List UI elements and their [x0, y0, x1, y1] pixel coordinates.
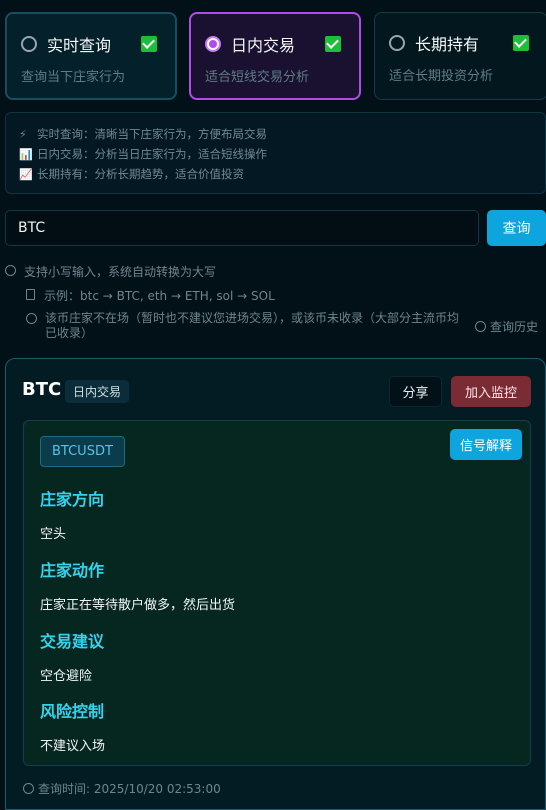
signal-panel: BTCUSDT 信号解释 庄家方向 空头 庄家动作 庄家正在等待散户做多，然后出… — [23, 420, 531, 766]
symbol-search-field[interactable] — [5, 210, 479, 246]
section-heading: 庄家动作 — [40, 561, 105, 580]
info-line: ⚡ 实时查询：清晰当下庄家行为，方便布局交易 — [19, 124, 545, 144]
section-direction: 庄家方向 空头 — [40, 486, 104, 542]
mode-card-longterm[interactable]: 长期持有 适合长期投资分析 — [374, 12, 546, 100]
info-line: 📊 日内交易：分析当日庄家行为，适合短线操作 — [19, 144, 545, 164]
share-button[interactable]: 分享 — [389, 376, 442, 407]
document-icon — [26, 289, 35, 300]
query-time-text: 查询时间: 2025/10/20 02:53:00 — [38, 782, 221, 796]
add-monitor-button[interactable]: 加入监控 — [451, 376, 531, 407]
mode-card-intraday[interactable]: 日内交易 适合短线交易分析 — [189, 12, 361, 100]
query-button[interactable]: 查询 — [487, 210, 546, 246]
section-advice: 交易建议 空仓避险 — [40, 628, 104, 684]
mode-desc: 适合短线交易分析 — [205, 70, 310, 85]
checkbox-icon[interactable] — [513, 35, 529, 51]
section-value: 庄家正在等待散户做多，然后出货 — [40, 598, 236, 613]
hint-uppercase: 支持小写输入，系统自动转换为大写 — [5, 263, 216, 280]
mode-title: 日内交易 — [231, 36, 296, 55]
section-value: 空仓避险 — [40, 669, 93, 684]
bar-chart-icon: 📊 — [19, 147, 33, 161]
mode-tag: 日内交易 — [65, 380, 130, 403]
checkbox-icon[interactable] — [325, 36, 341, 52]
info-text: 实时查询：清晰当下庄家行为，方便布局交易 — [37, 127, 267, 141]
radio-icon[interactable] — [389, 35, 405, 51]
hint-example: 示例：btc → BTC, eth → ETH, sol → SOL — [26, 287, 275, 304]
mode-desc: 查询当下庄家行为 — [21, 70, 126, 85]
history-label[interactable]: 查询历史 — [490, 318, 538, 335]
clock-icon — [475, 321, 486, 332]
signal-explain-button[interactable]: 信号解释 — [450, 429, 522, 460]
section-risk: 风险控制 不建议入场 — [40, 698, 105, 754]
lightning-icon: ⚡ — [19, 127, 27, 141]
mode-selector: 实时查询 查询当下庄家行为 日内交易 适合短线交易分析 长期持有 适合长期投资分… — [5, 12, 546, 100]
hint-notice: 该币庄家不在场（暂时也不建议您进场交易），或该币未收录（大部分主流币均已收录） — [26, 311, 466, 341]
section-heading: 交易建议 — [40, 632, 105, 651]
mode-info-panel: ⚡ 实时查询：清晰当下庄家行为，方便布局交易 📊 日内交易：分析当日庄家行为，适… — [5, 112, 546, 194]
info-text: 长期持有：分析长期趋势，适合价值投资 — [37, 167, 244, 181]
checkbox-icon[interactable] — [141, 36, 157, 52]
info-circle-icon — [5, 265, 16, 276]
section-value: 不建议入场 — [40, 739, 106, 754]
section-heading: 庄家方向 — [40, 490, 105, 509]
info-line: 📈 长期持有：分析长期趋势，适合价值投资 — [19, 164, 545, 184]
trend-chart-icon: 📈 — [19, 167, 33, 181]
query-history-link[interactable]: 查询历史 — [475, 318, 538, 335]
section-action: 庄家动作 庄家正在等待散户做多，然后出货 — [40, 557, 235, 613]
query-time: 查询时间: 2025/10/20 02:53:00 — [23, 780, 221, 797]
result-card: BTC 日内交易 分享 加入监控 BTCUSDT 信号解释 庄家方向 空头 庄家… — [5, 358, 546, 810]
radio-selected-icon[interactable] — [205, 36, 221, 52]
hint-text: 示例：btc → BTC, eth → ETH, sol → SOL — [44, 289, 275, 303]
clock-icon — [26, 313, 37, 324]
symbol-input[interactable] — [18, 220, 466, 236]
clock-icon — [23, 783, 34, 794]
info-text: 日内交易：分析当日庄家行为，适合短线操作 — [37, 147, 267, 161]
mode-title: 实时查询 — [47, 36, 112, 55]
result-symbol: BTC — [22, 379, 62, 400]
hint-text: 该币庄家不在场（暂时也不建议您进场交易），或该币未收录（大部分主流币均已收录） — [45, 311, 460, 340]
section-heading: 风险控制 — [40, 702, 105, 721]
mode-desc: 适合长期投资分析 — [389, 69, 494, 84]
trading-pair-badge: BTCUSDT — [40, 436, 125, 467]
mode-card-realtime[interactable]: 实时查询 查询当下庄家行为 — [5, 12, 177, 100]
hint-text: 支持小写输入，系统自动转换为大写 — [24, 265, 217, 279]
mode-title: 长期持有 — [415, 35, 480, 54]
radio-icon[interactable] — [21, 36, 37, 52]
section-value: 空头 — [40, 527, 67, 542]
